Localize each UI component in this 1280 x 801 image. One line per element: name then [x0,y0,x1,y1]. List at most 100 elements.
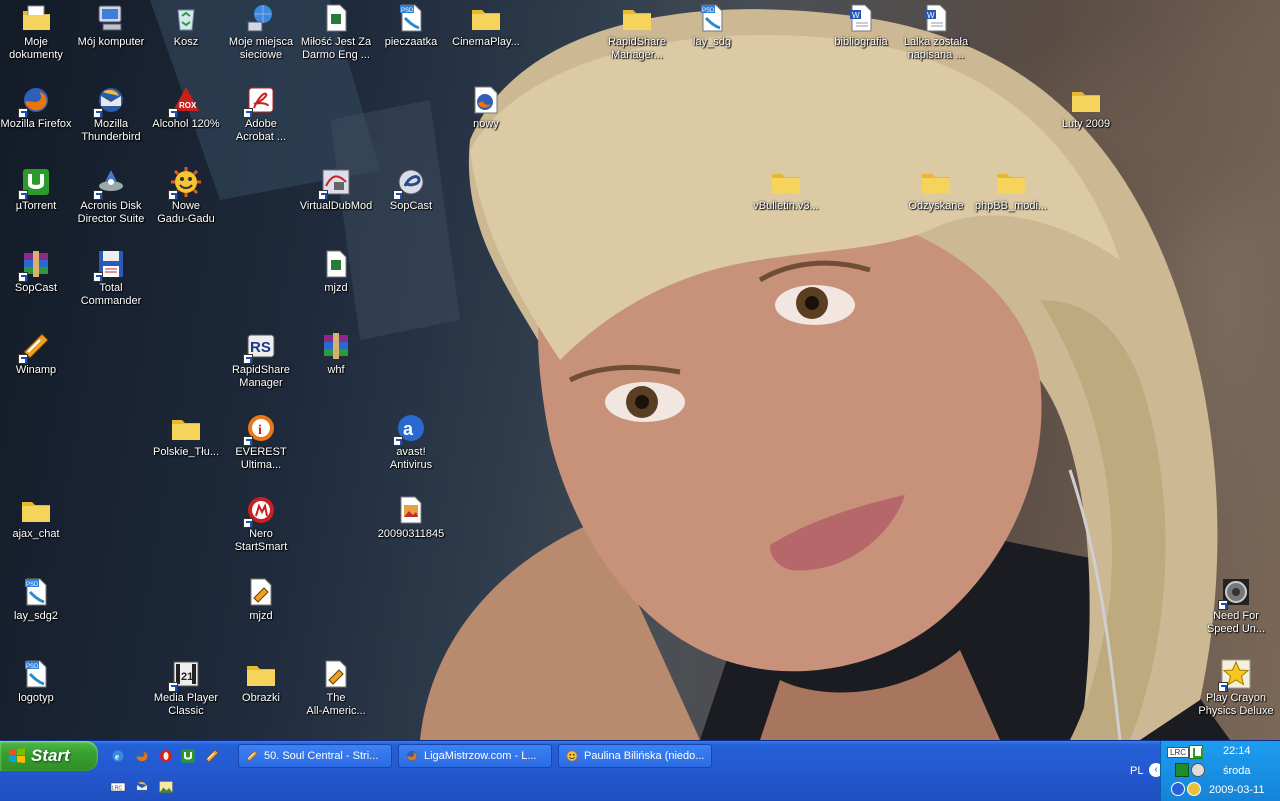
desktop-icon-moj-komputer[interactable]: Mój komputer [71,2,151,49]
desktop-icon-utorrent[interactable]: µTorrent [0,166,76,213]
clock-date[interactable]: 2009-03-11 [1209,784,1264,796]
desktop-icon-moje-dokumenty[interactable]: Moje dokumenty [0,2,76,62]
clock-day[interactable]: środa [1223,765,1251,777]
desktop-icon-crayon-physics[interactable]: Play Crayon Physics Deluxe [1196,658,1276,718]
desktop-icon-mjzd-1[interactable]: mjzd [296,248,376,295]
desktop-icon-obrazki[interactable]: Obrazki [221,658,301,705]
quick-launch-opera[interactable] [158,748,174,764]
desktop-icon-total-commander[interactable]: Total Commander [71,248,151,308]
desktop-icon-vbulletin[interactable]: vBulletin.v3... [746,166,826,213]
quick-launch-utorrent[interactable] [180,748,196,764]
language-indicator[interactable]: PL [1130,765,1143,777]
desktop-icon-label: Moje miejsca sieciowe [228,36,294,61]
thunderbird-icon [93,84,127,118]
desktop-icon-label: Acronis Disk Director Suite [77,200,145,225]
network-tray-icon[interactable] [1187,782,1201,796]
desktop-icon-luty-2009[interactable]: Luty 2009 [1046,84,1126,131]
firefox-icon [18,84,52,118]
desktop-icon-pieczaatka[interactable]: PSD pieczaatka [371,2,451,49]
taskbar-button-label: LigaMistrzow.com - L... [424,750,537,762]
need-for-speed-icon [1218,576,1252,610]
desktop-icon-cinemaplay[interactable]: CinemaPlay... [446,2,526,49]
winamp-icon [18,330,52,364]
avast-tray-icon[interactable] [1171,782,1185,796]
desktop-icon-label: RapidShare Manager... [607,36,667,61]
desktop-icon-rapidshare-manager[interactable]: RS RapidShare Manager [221,330,301,390]
desktop-icon-lay-sdg2[interactable]: PSD lay_sdg2 [0,576,76,623]
desktop-icon-kosz[interactable]: Kosz [146,2,226,49]
desktop-icon-acronis[interactable]: Acronis Disk Director Suite [71,166,151,226]
desktop-icon-sopcast-2[interactable]: SopCast [0,248,76,295]
desktop-icon-alcohol[interactable]: ROX Alcohol 120% [146,84,226,131]
shortcut-arrow-icon [243,518,253,528]
desktop-icon-polskie[interactable]: Polskie_Tłu... [146,412,226,459]
desktop-icon-phpbb[interactable]: phpBB_modi... [971,166,1051,213]
svg-text:e: e [115,752,119,762]
shortcut-arrow-icon [168,108,178,118]
desktop-icon-whf[interactable]: whf [296,330,376,377]
firefox-icon [405,749,419,763]
taskbar-button-ligamistrzow[interactable]: LigaMistrzow.com - L... [398,744,552,768]
psd-file-icon: PSD [20,576,52,608]
desktop-icon-nero[interactable]: Nero StartSmart [221,494,301,554]
desktop-icon-need-for-speed[interactable]: Need For Speed Un... [1196,576,1276,636]
taskbar-button-label: 50. Soul Central - Stri... [264,750,379,762]
desktop-icon-firefox[interactable]: Mozilla Firefox [0,84,76,131]
desktop-icon-file-20090311845[interactable]: 20090311845 [371,494,451,541]
desktop-icon-mjzd-2[interactable]: mjzd [221,576,301,623]
desktop-icon-logotyp[interactable]: PSD logotyp [0,658,76,705]
desktop-icon-everest[interactable]: i EVEREST Ultima... [221,412,301,472]
desktop-icon-acrobat[interactable]: Adobe Acrobat ... [221,84,301,144]
folder-icon [995,166,1027,198]
desktop-icon-label: Lalka została napisana ... [903,36,969,61]
desktop-icon-gadu[interactable]: Nowe Gadu-Gadu [146,166,226,226]
opera-icon [158,748,174,764]
clock-time[interactable]: 22:14 [1223,745,1251,757]
shortcut-arrow-icon [168,190,178,200]
desktop-icon-label: RapidShare Manager [231,364,291,389]
desktop-icon-thunderbird[interactable]: Mozilla Thunderbird [71,84,151,144]
utorrent-icon [180,748,196,764]
desktop-icon-milosc[interactable]: Miłość Jest Za Darmo Eng ... [296,2,376,62]
desktop-icon-moje-miejsca[interactable]: Moje miejsca sieciowe [221,2,301,62]
desktop-icon-label: lay_sdg [693,36,731,48]
quick-launch-lrc[interactable]: LRC [110,779,126,795]
acronis-icon [93,166,127,200]
thunderbird-icon [134,779,150,795]
desktop-icon-ajax-chat[interactable]: ajax_chat [0,494,76,541]
start-button[interactable]: Start [0,741,98,771]
sound-tray-icon[interactable] [1191,763,1205,777]
quick-launch-firefox[interactable] [134,748,150,764]
desktop-icon-lay-sdg[interactable]: PSD lay_sdg [672,2,752,49]
desktop-icon-label: bibliografia [834,36,888,48]
desktop-icon-lalka[interactable]: W Lalka została napisana ... [896,2,976,62]
desktop-icon-rapidshare-manager-folder[interactable]: RapidShare Manager... [597,2,677,62]
lrc-tray-icon[interactable]: LRC [1167,747,1190,758]
quick-launch-winamp[interactable] [204,748,220,764]
desktop-icon-bibliografia[interactable]: Wbibliografia [821,2,901,49]
system-tray: LRC 22:14 środa 2009-03-11 [1160,741,1280,801]
quick-launch-thunderbird[interactable] [134,779,150,795]
taskbar-button-soul-central[interactable]: 50. Soul Central - Stri... [238,744,392,768]
shortcut-arrow-icon [393,190,403,200]
desktop-icon-mpc[interactable]: 21 Media Player Classic [146,658,226,718]
quick-launch-ie[interactable]: e [110,748,126,764]
green-tray-icon[interactable] [1175,763,1189,777]
desktop-icon-virtualdubmod[interactable]: VirtualDubMod [296,166,376,213]
desktop-icon-nowy[interactable]: nowy [446,84,526,131]
desktop-icon-sopcast-1[interactable]: SopCast [371,166,451,213]
utorrent-tray-icon[interactable] [1189,745,1203,759]
desktop-icon-label: Kosz [173,36,199,48]
recycle-bin-icon [170,2,202,34]
svg-text:W: W [852,11,860,20]
desktop-icon-winamp[interactable]: Winamp [0,330,76,377]
desktop-icon-label: nowy [473,118,499,130]
taskbar-button-paulina[interactable]: Paulina Bilińska (niedo... [558,744,712,768]
desktop-icon-odzyskane[interactable]: Odzyskane [896,166,976,213]
documents-folder-icon [20,2,52,34]
desktop-icon-avast[interactable]: a avast! Antivirus [371,412,451,472]
quick-launch-image[interactable] [158,779,174,795]
desktop-icon-the-all-american[interactable]: The All-Americ... [296,658,376,718]
desktop-icon-label: Media Player Classic [153,692,219,717]
taskbar: Start e LRC 50. Soul Central - Stri... Lig… [0,740,1280,801]
